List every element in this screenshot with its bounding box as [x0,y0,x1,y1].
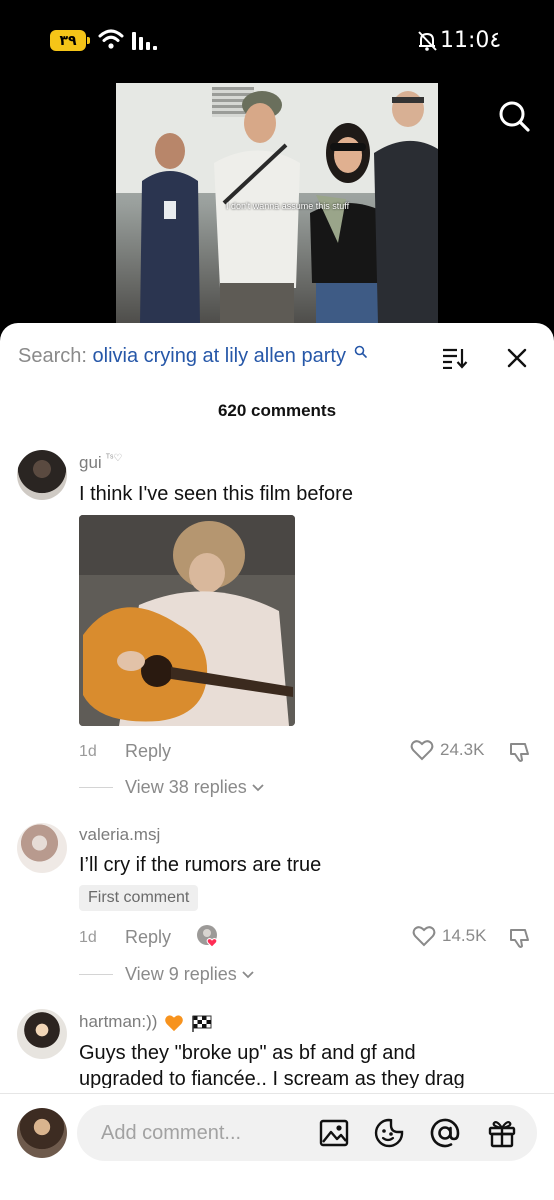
reply-button[interactable]: Reply [125,741,171,762]
orange-heart-icon [165,1014,183,1031]
search-label: Search: [18,345,87,367]
video-person-guard [140,133,200,324]
like-button[interactable]: 24.3K [410,739,484,761]
comment-input[interactable]: Add comment... [77,1105,537,1161]
view-replies-button[interactable]: View 9 replies [79,964,254,985]
chevron-down-icon [242,970,254,978]
avatar[interactable] [17,450,67,500]
comment-timestamp: 1d [79,743,97,760]
comment-input-placeholder: Add comment... [101,1122,242,1144]
view-replies-label: View 38 replies [125,777,247,797]
like-button[interactable]: 14.5K [412,925,486,947]
video-person-bystander [374,91,438,324]
like-count: 24.3K [440,740,485,759]
battery-level: ٣٩ [59,32,77,49]
comment-text: I think I've seen this film before [79,483,353,505]
checkered-flag-icon [192,1015,212,1032]
emoji-sticker-icon[interactable] [374,1118,404,1148]
comment-image[interactable] [79,515,295,726]
mention-icon[interactable] [430,1118,460,1148]
like-count: 14.5K [442,926,487,945]
clock: 11:0٤ [440,28,502,53]
comment-count: 620 comments [217,401,337,420]
chevron-down-icon [252,783,264,791]
heart-icon [410,740,434,761]
related-search[interactable]: Search: olivia crying at lily allen part… [18,345,367,368]
search-small-icon [354,345,367,358]
comment-username[interactable]: valeria.msj [79,825,160,845]
divider [79,974,113,975]
comments-sheet: Search: olivia crying at lily allen part… [0,323,554,1200]
my-avatar [17,1108,67,1158]
wifi-icon [98,29,124,49]
creator-liked-icon [197,925,218,948]
username-text: hartman:)) [79,1012,158,1031]
cellular-signal-icon [132,32,157,50]
gift-icon[interactable] [487,1118,517,1148]
reply-button[interactable]: Reply [125,927,171,948]
view-replies-label: View 9 replies [125,964,237,984]
first-comment-badge: First comment [79,885,199,911]
comment-text-continued: upgraded to fiancée.. I scream as they d… [79,1068,465,1088]
video-caption: I don't wanna assume this stuff [226,201,350,211]
heart-icon [412,926,436,947]
avatar[interactable] [17,1009,67,1059]
comment-text: Guys they "broke up" as bf and gf and [79,1042,416,1064]
close-icon[interactable] [506,347,528,369]
video-player[interactable]: I don't wanna assume this stuff [116,83,438,324]
username-tags: ᵀˢ♡ [105,453,123,464]
avatar[interactable] [17,823,67,873]
sort-comments-icon[interactable] [442,347,468,369]
search-query-link[interactable]: olivia crying at lily allen party [93,345,346,367]
divider [79,787,113,788]
dislike-icon[interactable] [508,926,532,950]
comment-username[interactable]: hartman:)) [79,1012,213,1032]
dislike-icon[interactable] [508,740,532,764]
search-icon[interactable] [496,98,532,134]
comment-text: I’ll cry if the rumors are true [79,854,322,876]
add-comment-bar: Add comment... [0,1093,554,1200]
comment-username[interactable]: gui ᵀˢ♡ [79,453,122,473]
view-replies-button[interactable]: View 38 replies [79,777,264,798]
comment-timestamp: 1d [79,929,97,946]
username-text: gui [79,453,102,472]
status-bar: ٣٩ 11:0٤ [0,0,554,80]
image-icon[interactable] [319,1118,349,1148]
muted-bell-icon [418,31,437,51]
comment-image-guitar-photo [79,515,295,726]
battery-indicator: ٣٩ [50,30,90,51]
